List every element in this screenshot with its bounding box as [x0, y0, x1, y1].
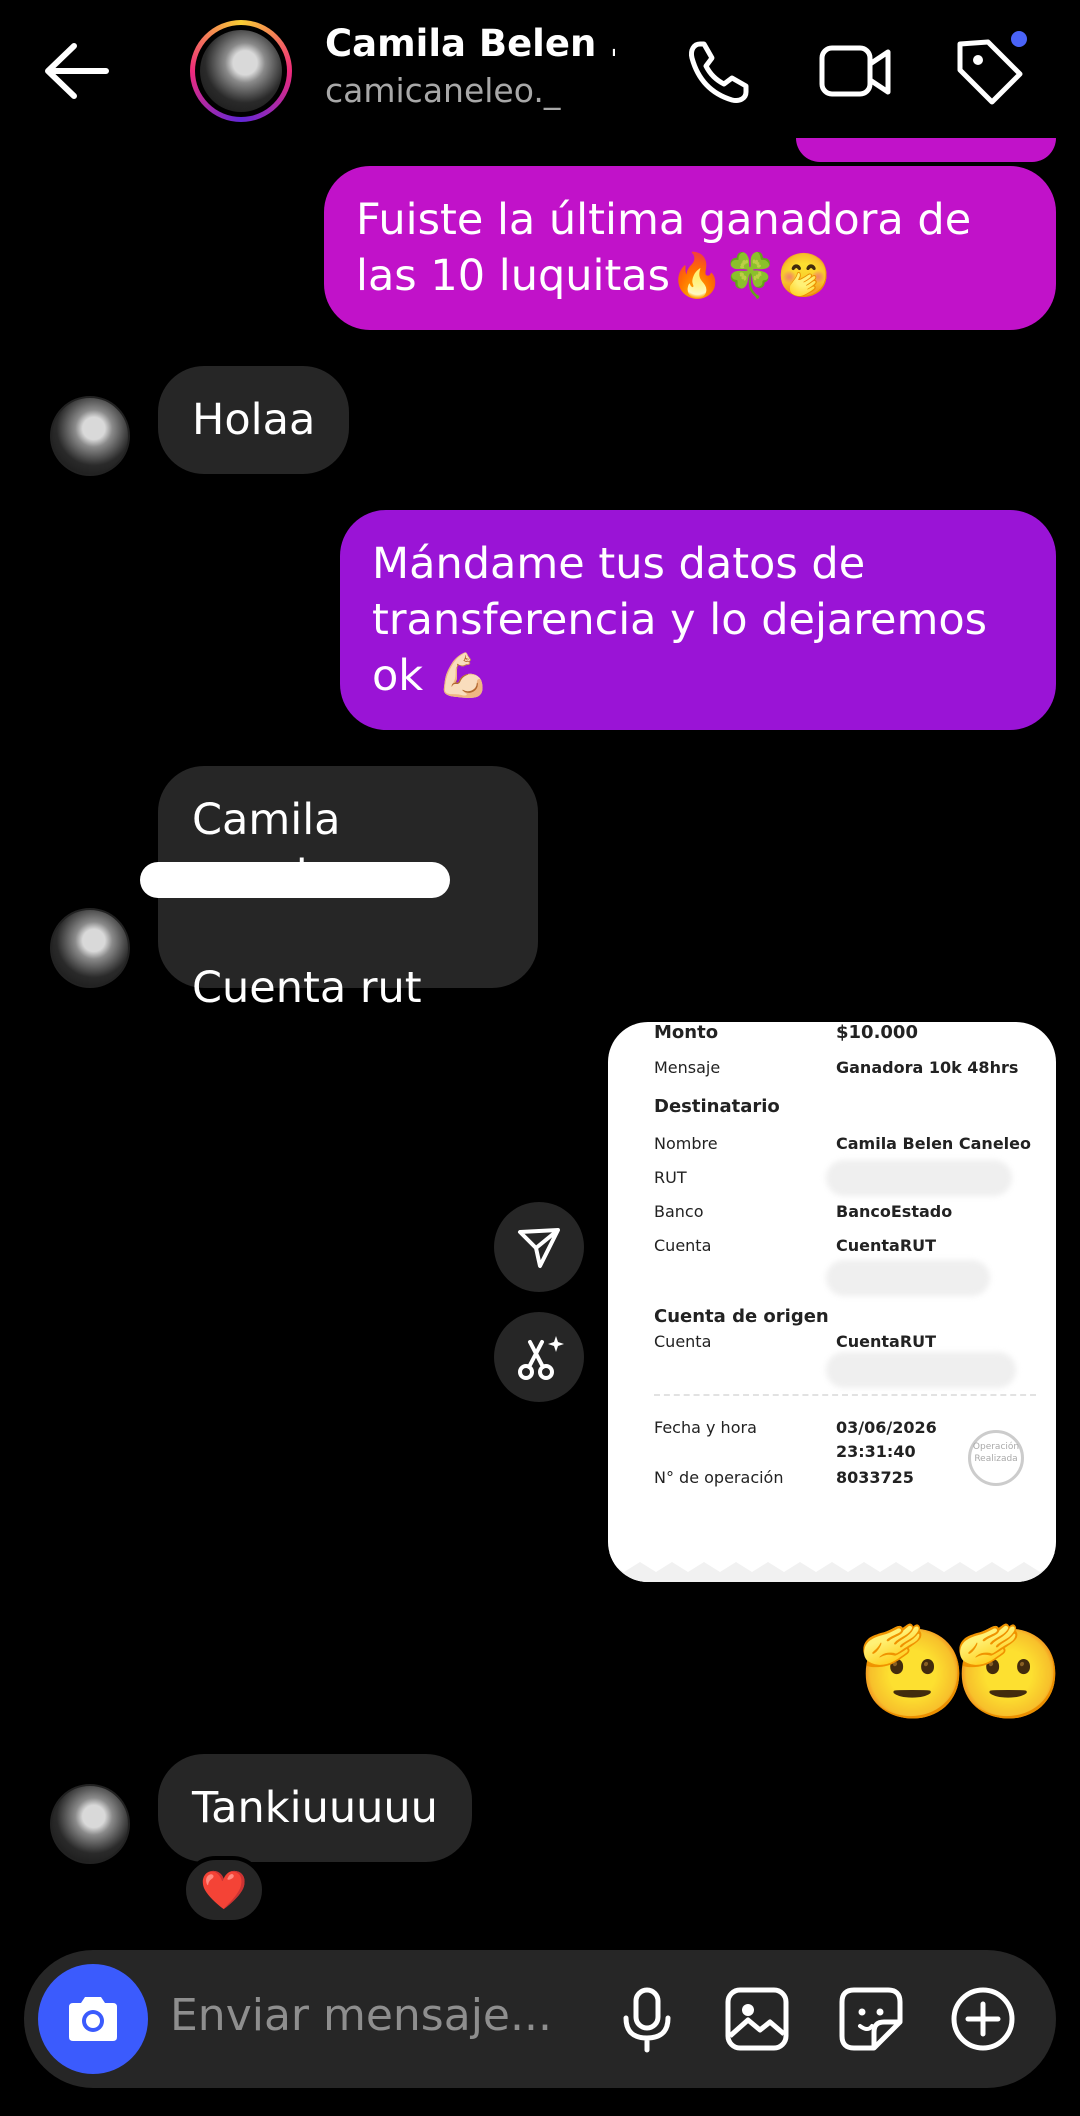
video-call-icon[interactable] — [818, 34, 894, 110]
receipt-amount: $10.000 — [836, 1022, 918, 1043]
heart-reaction[interactable]: ❤️ — [182, 1856, 266, 1924]
receipt-value: Ganadora 10k 48hrs — [836, 1058, 1019, 1077]
microphone-icon[interactable] — [608, 1980, 686, 2058]
sender-avatar[interactable] — [50, 396, 130, 476]
sticker-icon[interactable] — [832, 1980, 910, 2058]
receipt-label: Monto — [654, 1022, 719, 1043]
contact-username: camicaneleo._ — [325, 71, 561, 110]
receipt-label: RUT — [654, 1168, 687, 1187]
add-icon[interactable] — [944, 1980, 1022, 2058]
ai-edit-icon[interactable] — [494, 1312, 584, 1402]
receipt-value: Camila Belen Caneleo — [836, 1134, 1031, 1153]
receipt-torn-edge — [608, 1552, 1056, 1582]
tag-icon[interactable] — [952, 28, 1030, 110]
profile-avatar[interactable] — [190, 20, 292, 122]
message-input[interactable]: Enviar mensaje... — [170, 1990, 552, 2041]
receipt-value: CuentaRUT — [836, 1236, 937, 1255]
share-icon[interactable] — [494, 1202, 584, 1292]
receipt-label: Mensaje — [654, 1058, 721, 1077]
camera-icon — [69, 1997, 117, 2041]
chat-header: Camila Belen ... camicaneleo._ — [0, 0, 1080, 150]
redaction-mark — [140, 862, 450, 898]
phone-call-icon[interactable] — [680, 34, 756, 110]
transfer-receipt-image[interactable]: Monto $10.000 Mensaje Ganadora 10k 48hrs… — [608, 1022, 1056, 1582]
receipt-heading: Destinatario — [654, 1096, 780, 1117]
message-incoming[interactable]: Holaa — [158, 366, 350, 474]
previous-message-edge — [796, 138, 1056, 162]
message-line: Cuenta rut — [192, 963, 422, 1013]
heart-icon: ❤️ — [200, 1868, 248, 1912]
receipt-redacted — [826, 1260, 990, 1296]
receipt-value: 8033725 — [836, 1468, 914, 1487]
receipt-label: N° de operación — [654, 1468, 784, 1487]
sender-avatar[interactable] — [50, 1784, 130, 1864]
receipt-label: Cuenta — [654, 1332, 712, 1351]
receipt-label: Banco — [654, 1202, 704, 1221]
receipt-divider — [654, 1394, 1036, 1396]
message-composer: Enviar mensaje... — [24, 1950, 1056, 2088]
receipt-label: Cuenta — [654, 1236, 712, 1255]
message-outgoing[interactable]: Mándame tus datos de transferencia y lo … — [340, 510, 1056, 730]
receipt-label: Nombre — [654, 1134, 718, 1153]
receipt-value: BancoEstado — [836, 1202, 953, 1221]
contact-name: Camila Belen ... — [325, 22, 615, 65]
message-outgoing[interactable]: Fuiste la última ganadora de las 10 luqu… — [324, 166, 1056, 330]
operation-stamp-icon: Operación Realizada — [968, 1430, 1024, 1486]
receipt-value: CuentaRUT — [836, 1332, 937, 1351]
receipt-redacted — [826, 1352, 1016, 1388]
receipt-value: 03/06/2026 — [836, 1418, 937, 1437]
message-incoming[interactable]: Tankiuuuuu — [158, 1754, 472, 1862]
contact-info[interactable]: Camila Belen ... camicaneleo._ — [325, 22, 615, 110]
receipt-label: Fecha y hora — [654, 1418, 757, 1437]
camera-button[interactable] — [38, 1964, 148, 2074]
emoji-message[interactable]: 🫡 — [954, 1622, 1064, 1722]
emoji-message[interactable]: 🫡 — [858, 1622, 968, 1722]
receipt-redacted — [826, 1160, 1012, 1196]
notification-dot — [1008, 28, 1030, 50]
gallery-icon[interactable] — [718, 1980, 796, 2058]
receipt-value: 23:31:40 — [836, 1442, 916, 1461]
receipt-heading: Cuenta de origen — [654, 1306, 829, 1327]
back-arrow-icon[interactable] — [38, 36, 118, 106]
sender-avatar[interactable] — [50, 908, 130, 988]
